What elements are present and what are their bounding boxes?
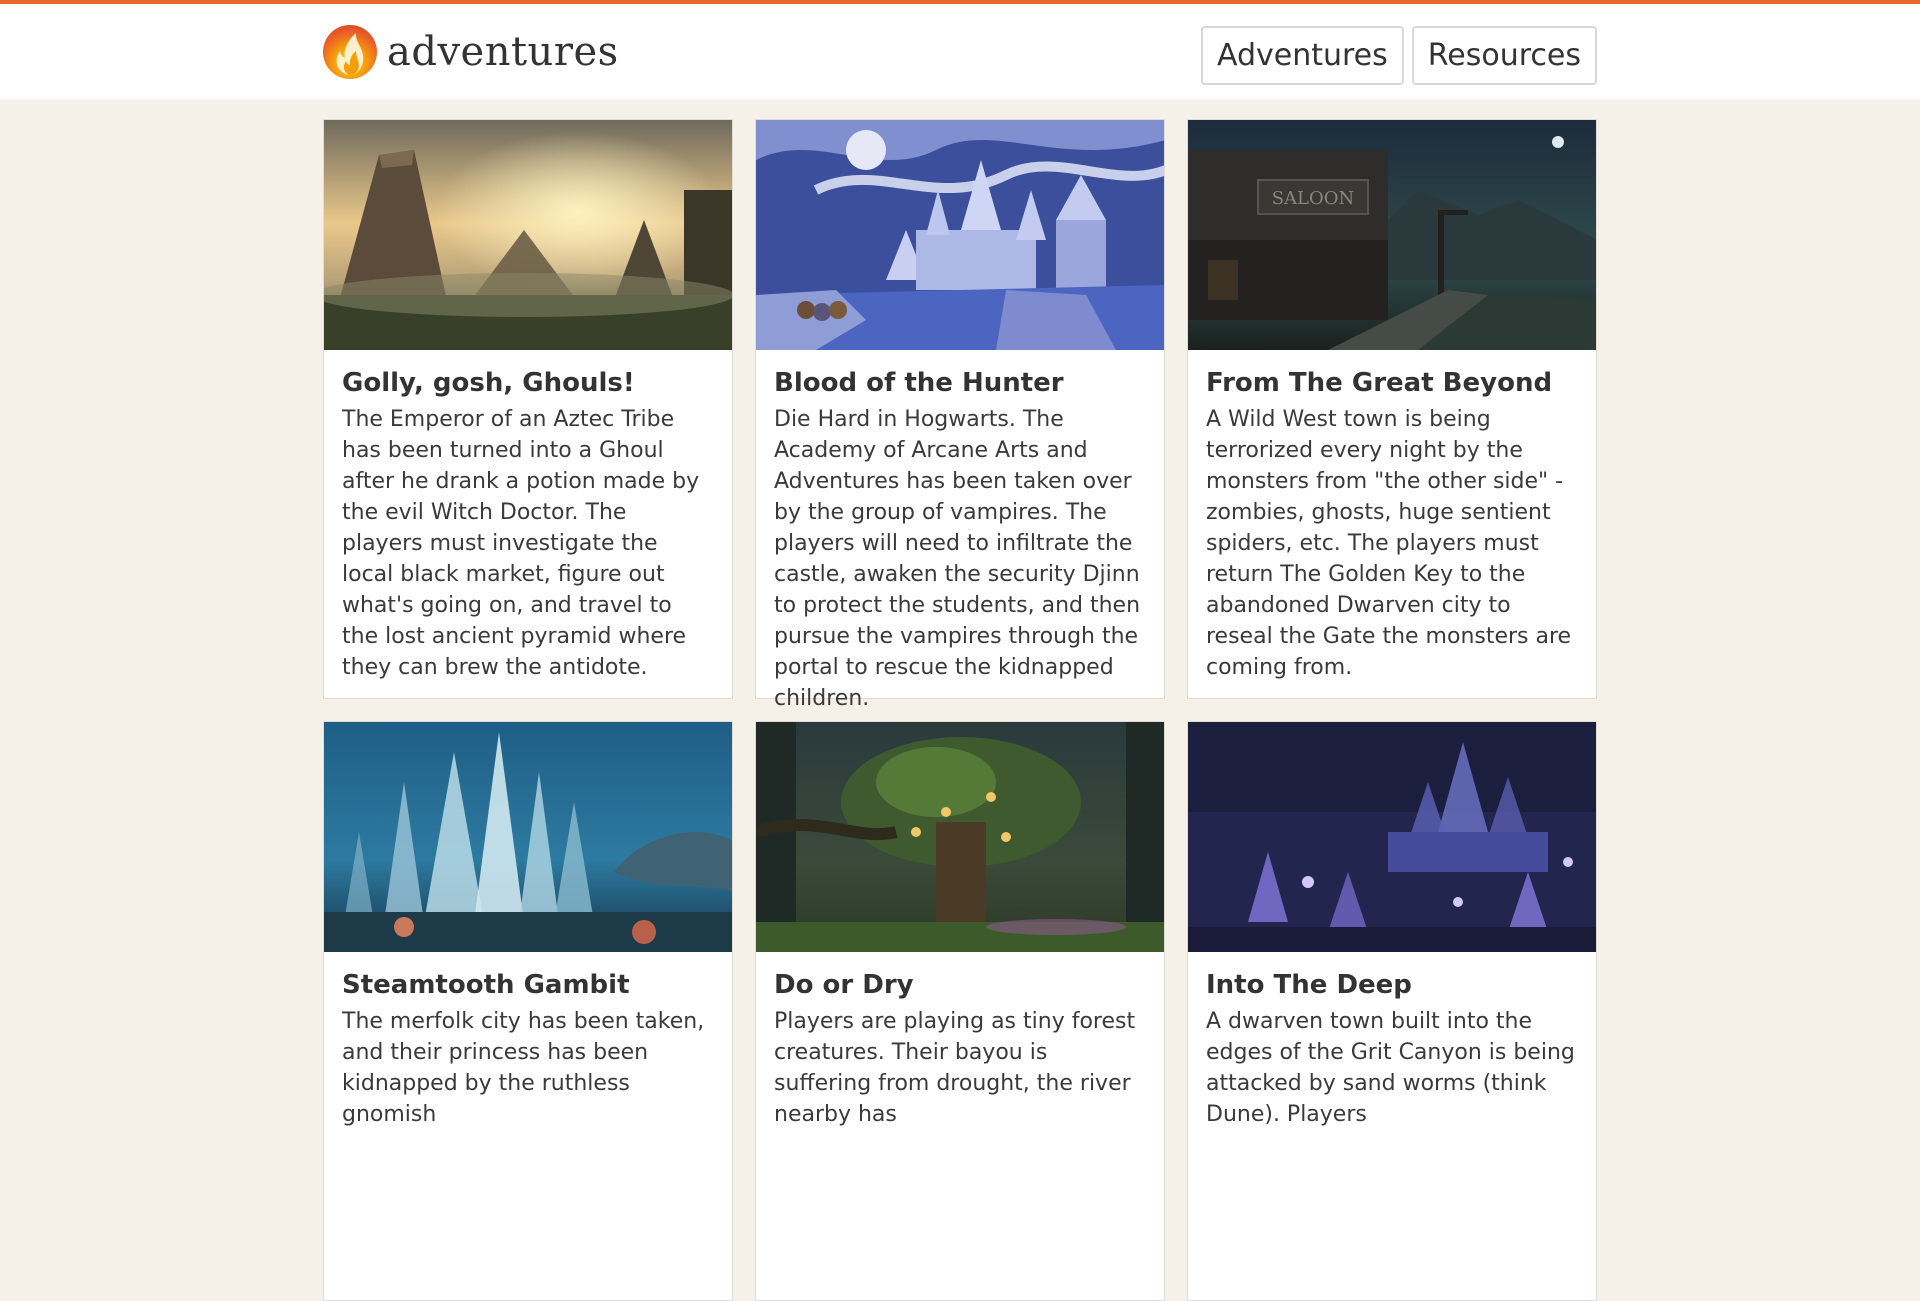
card-title: Golly, gosh, Ghouls!	[342, 368, 635, 398]
card-title: Steamtooth Gambit	[342, 970, 630, 1000]
adventure-thumbnail-underwater-city	[324, 722, 732, 952]
adventure-thumbnail-pyramids	[324, 120, 732, 350]
card-description: The Emperor of an Aztec Tribe has been t…	[342, 407, 700, 680]
card-body: Steamtooth Gambit The merfolk city has b…	[324, 952, 732, 1130]
adventure-card[interactable]: Do or Dry Players are playing as tiny fo…	[755, 721, 1165, 1301]
card-description: The merfolk city has been taken, and the…	[342, 1009, 705, 1127]
top-bar-inner: adventures Adventures Resources	[323, 4, 1597, 99]
adventure-thumbnail-crystal-city	[1188, 722, 1596, 952]
adventure-card[interactable]: Blood of the Hunter Die Hard in Hogwarts…	[755, 119, 1165, 711]
card-body: Do or Dry Players are playing as tiny fo…	[756, 952, 1164, 1130]
card-title: Into The Deep	[1206, 970, 1412, 1000]
adventure-card[interactable]: Golly, gosh, Ghouls! The Emperor of an A…	[323, 119, 733, 699]
adventure-card[interactable]: Steamtooth Gambit The merfolk city has b…	[323, 721, 733, 1301]
adventure-thumbnail-saloon: SALOON	[1188, 120, 1596, 350]
card-body: From The Great Beyond A Wild West town i…	[1188, 350, 1596, 683]
brand[interactable]: adventures	[323, 24, 619, 79]
adventure-thumbnail-treehouse	[756, 722, 1164, 952]
card-body: Golly, gosh, Ghouls! The Emperor of an A…	[324, 350, 732, 683]
card-description: Players are playing as tiny forest creat…	[774, 1009, 1136, 1127]
card-description: A Wild West town is being terrorized eve…	[1206, 407, 1572, 680]
card-title: Do or Dry	[774, 970, 914, 1000]
svg-text:SALOON: SALOON	[1272, 188, 1355, 209]
nav-resources-button[interactable]: Resources	[1411, 26, 1597, 85]
main-nav: Adventures Resources	[1200, 26, 1597, 85]
top-bar: adventures Adventures Resources	[0, 0, 1920, 99]
adventure-grid: Golly, gosh, Ghouls! The Emperor of an A…	[323, 119, 1597, 1301]
card-title: From The Great Beyond	[1206, 368, 1553, 398]
card-body: Blood of the Hunter Die Hard in Hogwarts…	[756, 350, 1164, 714]
brand-name: adventures	[387, 28, 619, 75]
adventure-card[interactable]: SALOON From The Great Beyond A Wild West…	[1187, 119, 1597, 699]
adventure-thumbnail-castle	[756, 120, 1164, 350]
card-description: Die Hard in Hogwarts. The Academy of Arc…	[774, 407, 1141, 711]
card-title: Blood of the Hunter	[774, 368, 1064, 398]
card-body: Into The Deep A dwarven town built into …	[1188, 952, 1596, 1130]
nav-adventures-button[interactable]: Adventures	[1200, 26, 1404, 85]
adventure-card[interactable]: Into The Deep A dwarven town built into …	[1187, 721, 1597, 1301]
flame-logo-icon	[323, 24, 377, 79]
card-description: A dwarven town built into the edges of t…	[1206, 1009, 1575, 1127]
